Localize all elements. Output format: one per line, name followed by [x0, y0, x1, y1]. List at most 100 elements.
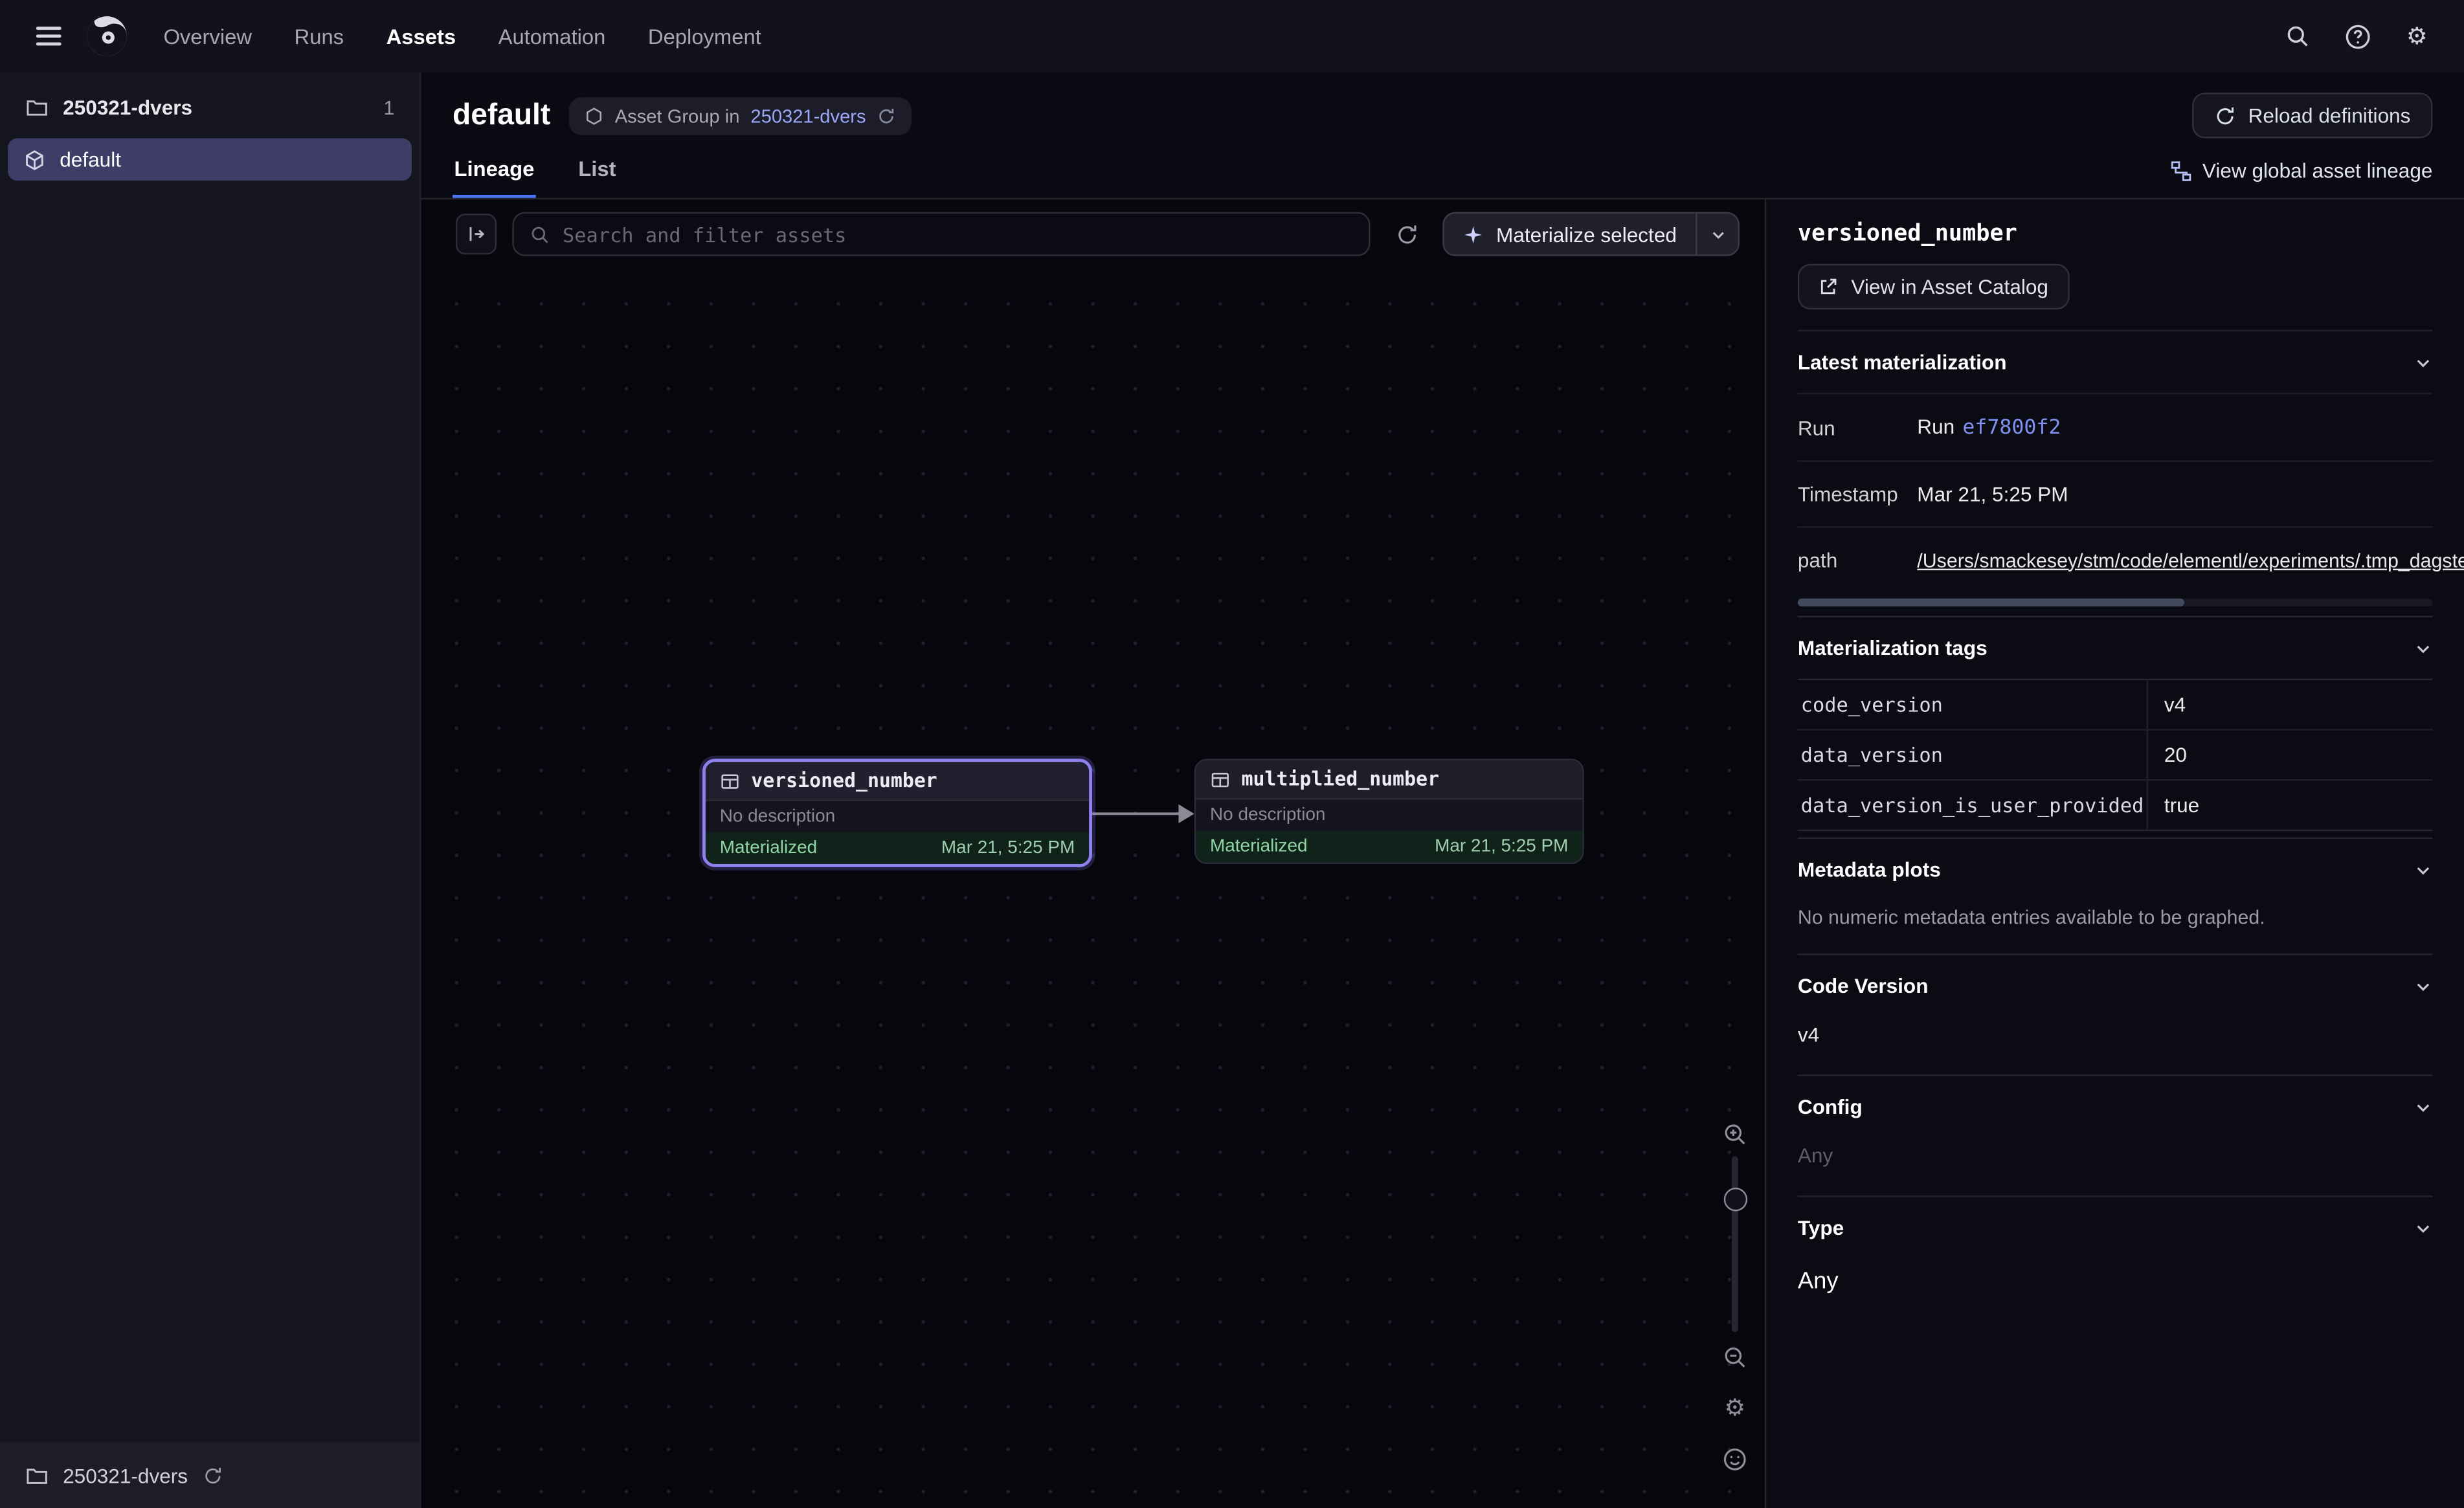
- page-title: default: [453, 98, 550, 133]
- asset-detail-panel: versioned_number View in Asset Catalog: [1765, 199, 2464, 1508]
- section-title: Type: [1798, 1216, 1844, 1239]
- sidebar-footer[interactable]: 250321-dvers: [0, 1442, 420, 1508]
- zoom-slider-handle[interactable]: [1724, 1188, 1747, 1211]
- search-button[interactable]: [2276, 14, 2320, 58]
- panel-asset-title: versioned_number: [1798, 221, 2433, 247]
- lineage-area: Materialize selected: [421, 199, 1765, 1508]
- path-label: path: [1798, 548, 1917, 571]
- tabs-row: Lineage List View global asset lineage: [453, 157, 2432, 198]
- materialize-dropdown-button[interactable]: [1697, 214, 1738, 254]
- hamburger-icon: [36, 23, 62, 50]
- asset-node-description: No description: [1196, 799, 1582, 831]
- sidebar-item-default[interactable]: default: [8, 139, 412, 181]
- view-global-lineage-link[interactable]: View global asset lineage: [2169, 159, 2433, 198]
- chevron-down-icon: [2414, 1218, 2432, 1237]
- timestamp-value: Mar 21, 5:25 PM: [1917, 482, 2432, 505]
- materialize-selected-button[interactable]: Materialize selected: [1444, 214, 1696, 254]
- tag-key: data_version: [1798, 731, 2147, 779]
- section-title: Latest materialization: [1798, 350, 2007, 373]
- tag-value: v4: [2147, 680, 2432, 729]
- nav-item-runs[interactable]: Runs: [295, 25, 344, 48]
- asset-node-multiplied_number[interactable]: multiplied_number No description Materia…: [1194, 759, 1584, 864]
- nav-item-deployment[interactable]: Deployment: [648, 25, 761, 48]
- chevron-down-icon: [2414, 1097, 2432, 1116]
- nav-item-automation[interactable]: Automation: [498, 25, 606, 48]
- topnav-actions: ⚙: [2276, 14, 2439, 58]
- search-icon: [2285, 23, 2310, 49]
- run-label: Run: [1798, 416, 1917, 439]
- refresh-graph-button[interactable]: [1386, 214, 1427, 254]
- folder-icon: [25, 1463, 49, 1487]
- sidebar-group-name: 250321-dvers: [63, 96, 192, 119]
- section-title: Code Version: [1798, 974, 1929, 997]
- type-value: Any: [1798, 1258, 2433, 1323]
- code-version-value: v4: [1798, 1016, 2433, 1074]
- view-global-lineage-label: View global asset lineage: [2202, 159, 2433, 182]
- chevron-down-icon: [2414, 860, 2432, 879]
- reload-definitions-button[interactable]: Reload definitions: [2191, 93, 2432, 138]
- config-value: Any: [1798, 1137, 2433, 1195]
- run-id-link[interactable]: ef7800f2: [1962, 416, 2061, 439]
- reload-icon: [2213, 104, 2235, 126]
- section-materialization-tags[interactable]: Materialization tags: [1798, 616, 2433, 679]
- sidebar-footer-name: 250321-dvers: [63, 1463, 188, 1487]
- section-title: Metadata plots: [1798, 858, 1941, 881]
- view-in-asset-catalog-button[interactable]: View in Asset Catalog: [1798, 264, 2069, 309]
- lineage-graph[interactable]: versioned_number No description Material…: [421, 269, 1765, 1508]
- asset-group-badge[interactable]: Asset Group in 250321-dvers: [569, 96, 912, 134]
- view-in-asset-catalog-label: View in Asset Catalog: [1851, 275, 2048, 298]
- asset-search-box: [512, 212, 1371, 256]
- hamburger-menu-button[interactable]: [25, 12, 73, 60]
- zoom-in-icon: [1722, 1122, 1747, 1147]
- status-timestamp: Mar 21, 5:25 PM: [1435, 837, 1568, 856]
- graph-settings-button[interactable]: ⚙: [1718, 1390, 1752, 1425]
- nav-item-overview[interactable]: Overview: [163, 25, 252, 48]
- asset-node-versioned_number[interactable]: versioned_number No description Material…: [702, 759, 1092, 867]
- section-config[interactable]: Config: [1798, 1074, 2433, 1137]
- path-link[interactable]: /Users/smackesey/stm/code/elementl/exper…: [1917, 549, 2464, 571]
- refresh-icon: [1394, 222, 1418, 245]
- zoom-in-button[interactable]: [1718, 1117, 1752, 1151]
- help-button[interactable]: [2335, 14, 2379, 58]
- gear-icon: ⚙: [2406, 25, 2428, 48]
- sidebar-group-count: 1: [383, 96, 394, 118]
- zoom-out-button[interactable]: [1718, 1340, 1752, 1374]
- lineage-graph-icon: [2169, 159, 2191, 181]
- row-run: Run Run ef7800f2: [1798, 393, 2433, 460]
- sidebar-group-row[interactable]: 250321-dvers 1: [0, 72, 420, 135]
- page-header: default Asset Group in 250321-dvers: [421, 72, 2464, 200]
- metadata-plots-empty-text: No numeric metadata entries available to…: [1798, 900, 2433, 954]
- asset-search-input[interactable]: [563, 222, 1353, 245]
- scrollbar-thumb[interactable]: [1798, 599, 2185, 606]
- section-metadata-plots[interactable]: Metadata plots: [1798, 837, 2433, 900]
- section-type[interactable]: Type: [1798, 1195, 2433, 1258]
- materialize-split-button: Materialize selected: [1443, 212, 1740, 256]
- run-prefix: Run: [1917, 415, 1954, 438]
- nav-item-assets[interactable]: Assets: [386, 25, 456, 48]
- section-code-version[interactable]: Code Version: [1798, 953, 2433, 1016]
- chevron-down-icon: [2414, 977, 2432, 995]
- tag-key: code_version: [1798, 680, 2147, 729]
- app-root: Overview Runs Assets Automation Deployme…: [0, 0, 2464, 1508]
- dagster-logo[interactable]: [76, 10, 139, 63]
- feedback-button[interactable]: [1718, 1442, 1752, 1476]
- collapse-sidebar-button[interactable]: [456, 214, 497, 254]
- section-latest-materialization[interactable]: Latest materialization: [1798, 330, 2433, 393]
- zoom-slider[interactable]: [1732, 1156, 1738, 1332]
- tag-value: 20: [2147, 731, 2432, 779]
- badge-group-link[interactable]: 250321-dvers: [750, 104, 866, 126]
- settings-button[interactable]: ⚙: [2395, 14, 2439, 58]
- asset-group-icon: [585, 106, 604, 125]
- asset-node-status-row: Materialized Mar 21, 5:25 PM: [706, 832, 1089, 864]
- zoom-out-icon: [1722, 1345, 1747, 1370]
- asset-node-name: multiplied_number: [1242, 768, 1439, 790]
- section-title: Materialization tags: [1798, 636, 1988, 660]
- tab-lineage[interactable]: Lineage: [453, 157, 536, 198]
- tag-row: data_version 20: [1798, 729, 2433, 779]
- chevron-down-icon: [1709, 225, 1727, 243]
- edge-arrow: [421, 269, 1765, 1494]
- asset-node-status-row: Materialized Mar 21, 5:25 PM: [1196, 831, 1582, 863]
- refresh-icon[interactable]: [202, 1465, 223, 1485]
- tab-list[interactable]: List: [577, 157, 618, 198]
- refresh-icon[interactable]: [877, 106, 896, 125]
